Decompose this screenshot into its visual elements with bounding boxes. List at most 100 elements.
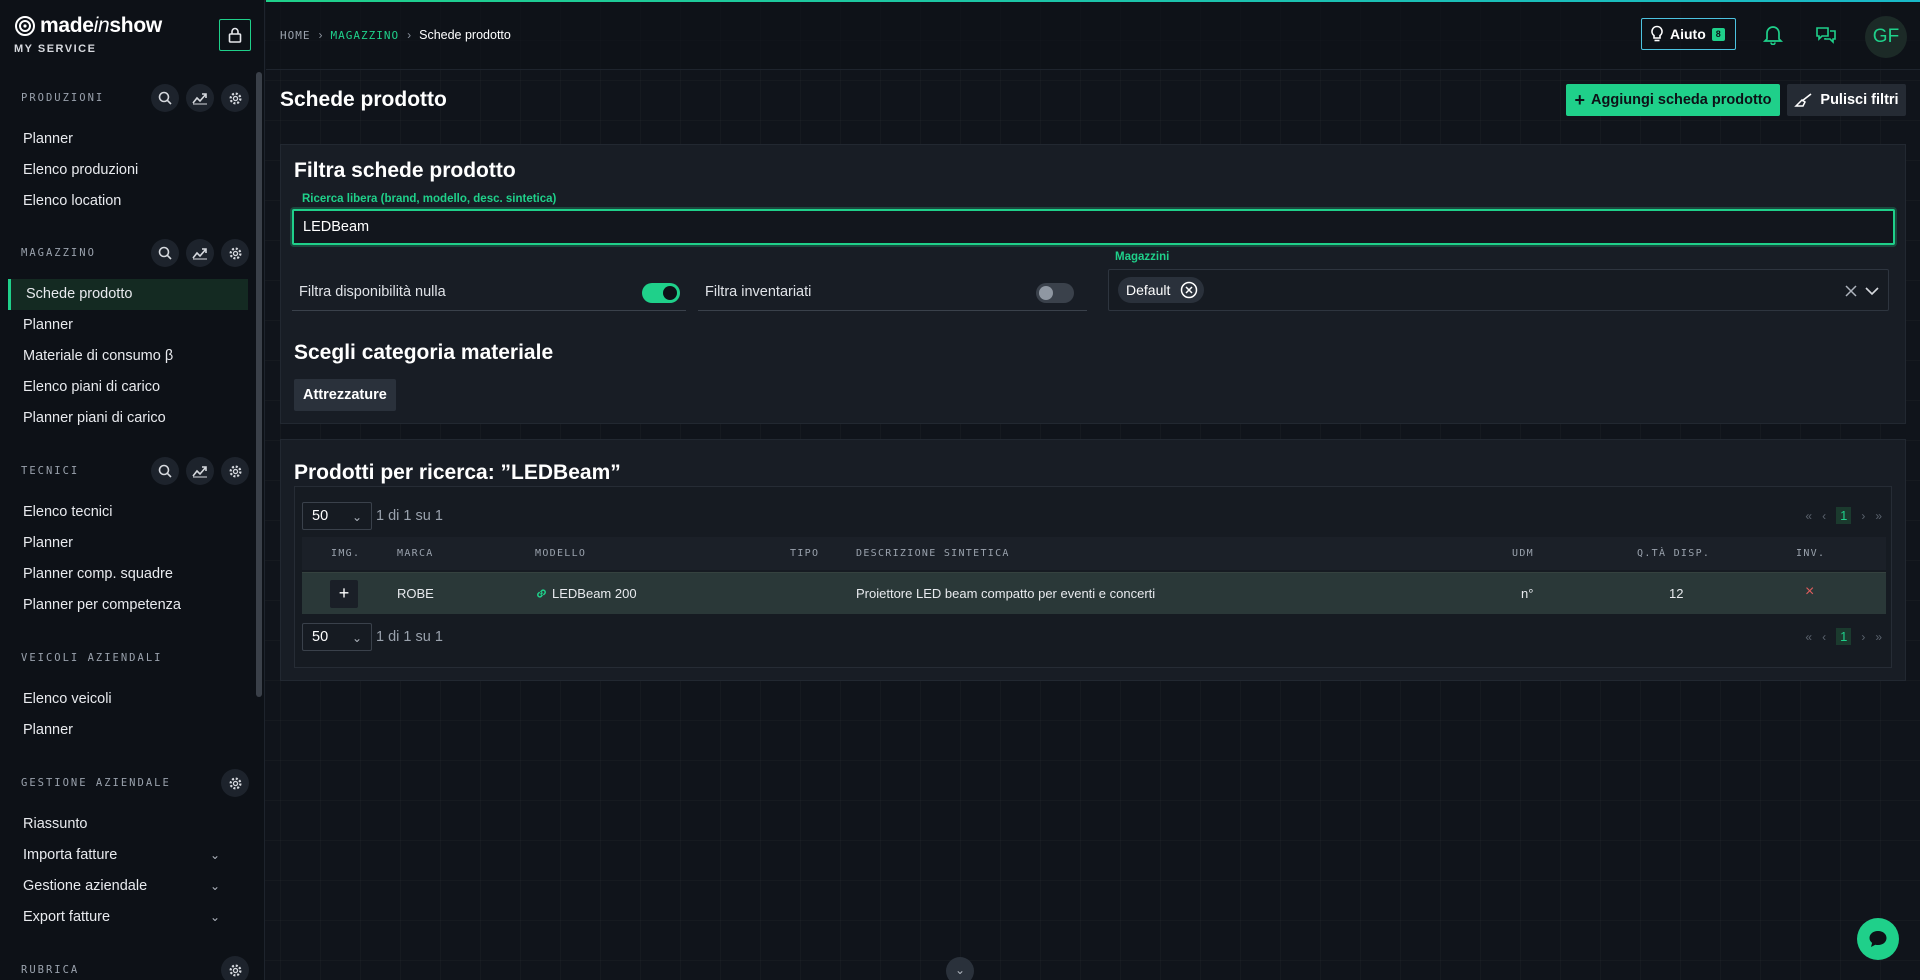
sidebar-item-elenco-veicoli[interactable]: Elenco veicoli <box>0 684 256 715</box>
chevron-right-icon: › <box>318 28 323 42</box>
section-magazzino: MAGAZZINO Schede prodotto Planner Materi… <box>0 237 256 434</box>
clear-icon[interactable] <box>1845 285 1857 297</box>
results-table: 50 ⌄ 1 di 1 su 1 « ‹ 1 › » IMG. MARCA MOD… <box>294 486 1892 668</box>
pager-bottom: 50 ⌄ 1 di 1 su 1 « ‹ 1 › » <box>295 623 1893 651</box>
remove-chip-icon[interactable] <box>1180 281 1198 299</box>
last-page-icon[interactable]: » <box>1875 630 1882 644</box>
section-title: RUBRICA <box>21 964 80 976</box>
chart-icon[interactable] <box>186 457 214 485</box>
cell-qty: 12 <box>1669 586 1684 601</box>
inventoried-toggle[interactable] <box>1036 283 1074 303</box>
sidebar-item-materiale-consumo[interactable]: Materiale di consumo β <box>0 341 256 372</box>
table-row[interactable]: + ROBE LEDBeam 200 Proiettore LED beam c… <box>302 572 1886 614</box>
chat-bubble-icon <box>1869 931 1887 947</box>
bell-icon[interactable] <box>1762 23 1784 45</box>
search-icon[interactable] <box>151 239 179 267</box>
pagination: « ‹ 1 › » <box>1805 628 1882 645</box>
gear-icon[interactable] <box>221 956 249 980</box>
add-product-sheet-button[interactable]: + Aggiungi scheda prodotto <box>1566 84 1780 116</box>
section-tecnici: TECNICI Elenco tecnici Planner Planner c… <box>0 455 256 621</box>
gear-icon[interactable] <box>221 84 249 112</box>
sidebar-item-planner-piani-carico[interactable]: Planner piani di carico <box>0 403 256 434</box>
th-tipo: TIPO <box>790 548 820 559</box>
sidebar-item-planner[interactable]: Planner <box>0 715 256 746</box>
chart-icon[interactable] <box>186 84 214 112</box>
chevron-down-icon: ⌄ <box>351 631 362 645</box>
prev-page-icon[interactable]: ‹ <box>1822 630 1826 644</box>
sidebar-item-planner[interactable]: Planner <box>0 124 256 155</box>
page-number[interactable]: 1 <box>1836 507 1852 524</box>
category-attrezzature-button[interactable]: Attrezzature <box>294 379 396 411</box>
brand-name: madeinshow <box>40 14 162 37</box>
sidebar-item-gestione-aziendale[interactable]: Gestione aziendale ⌄ <box>0 871 256 902</box>
lock-button[interactable] <box>219 19 251 51</box>
warehouses-select[interactable]: Default <box>1108 269 1889 311</box>
clear-filters-button[interactable]: Pulisci filtri <box>1787 84 1906 116</box>
per-page-select[interactable]: 50 ⌄ <box>302 623 372 651</box>
zero-availability-filter: Filtra disponibilità nulla <box>292 273 686 311</box>
chart-icon[interactable] <box>186 239 214 267</box>
th-descrizione: DESCRIZIONE SINTETICA <box>856 548 1010 559</box>
add-image-button[interactable]: + <box>330 580 358 608</box>
link-icon <box>537 589 546 598</box>
gear-icon[interactable] <box>221 769 249 797</box>
broom-icon <box>1794 93 1812 107</box>
sidebar-item-elenco-produzioni[interactable]: Elenco produzioni <box>0 155 256 186</box>
sidebar-item-planner[interactable]: Planner <box>0 528 256 559</box>
inventoried-filter: Filtra inventariati <box>698 273 1087 311</box>
toggle-label: Filtra disponibilità nulla <box>299 284 446 300</box>
help-button[interactable]: Aiuto 8 <box>1641 18 1736 50</box>
sidebar-item-planner-competenza[interactable]: Planner per competenza <box>0 590 256 621</box>
breadcrumb-home[interactable]: HOME <box>280 29 311 42</box>
filter-title: Filtra schede prodotto <box>294 159 516 182</box>
next-page-icon[interactable]: › <box>1861 509 1865 523</box>
sidebar-item-elenco-tecnici[interactable]: Elenco tecnici <box>0 497 256 528</box>
per-page-value: 50 <box>312 629 329 645</box>
zero-availability-toggle[interactable] <box>642 283 680 303</box>
section-title: PRODUZIONI <box>21 92 105 104</box>
th-qta-disp: Q.TÀ DISP. <box>1637 548 1711 559</box>
chevron-down-icon: ⌄ <box>209 879 220 893</box>
chevron-down-icon[interactable] <box>1865 286 1879 296</box>
search-input[interactable] <box>294 211 1893 243</box>
chat-fab-button[interactable] <box>1857 918 1899 960</box>
sidebar-item-elenco-piani-carico[interactable]: Elenco piani di carico <box>0 372 256 403</box>
breadcrumb: HOME › MAGAZZINO › Schede prodotto <box>280 28 511 42</box>
section-title: TECNICI <box>21 465 80 477</box>
sidebar-item-export-fatture[interactable]: Export fatture ⌄ <box>0 902 256 933</box>
avatar[interactable]: GF <box>1865 16 1907 58</box>
sidebar-item-schede-prodotto[interactable]: Schede prodotto <box>8 279 248 310</box>
page-number[interactable]: 1 <box>1836 628 1852 645</box>
sidebar-item-elenco-location[interactable]: Elenco location <box>0 186 256 217</box>
first-page-icon[interactable]: « <box>1805 509 1812 523</box>
cell-model[interactable]: LEDBeam 200 <box>535 586 637 601</box>
sidebar-item-riassunto[interactable]: Riassunto <box>0 809 256 840</box>
last-page-icon[interactable]: » <box>1875 509 1882 523</box>
lock-icon <box>228 27 242 43</box>
prev-page-icon[interactable]: ‹ <box>1822 509 1826 523</box>
toggle-knob <box>663 286 677 300</box>
next-page-icon[interactable]: › <box>1861 630 1865 644</box>
sidebar-item-planner[interactable]: Planner <box>0 310 256 341</box>
breadcrumb-current: Schede prodotto <box>419 28 511 42</box>
section-produzioni: PRODUZIONI Planner Elenco produzioni Ele… <box>0 82 256 217</box>
section-title: MAGAZZINO <box>21 247 96 259</box>
scroll-down-button[interactable]: ⌄ <box>946 957 974 980</box>
search-label: Ricerca libera (brand, modello, desc. si… <box>302 193 557 205</box>
sidebar-item-planner-comp-squadre[interactable]: Planner comp. squadre <box>0 559 256 590</box>
brand-logo[interactable]: madeinshow MY SERVICE <box>14 14 162 55</box>
search-icon[interactable] <box>151 84 179 112</box>
chevron-right-icon: › <box>407 28 412 42</box>
search-icon[interactable] <box>151 457 179 485</box>
first-page-icon[interactable]: « <box>1805 630 1812 644</box>
gear-icon[interactable] <box>221 239 249 267</box>
th-marca: MARCA <box>397 548 434 559</box>
sidebar-item-label: Importa fatture <box>23 847 118 863</box>
sidebar-item-importa-fatture[interactable]: Importa fatture ⌄ <box>0 840 256 871</box>
breadcrumb-magazzino[interactable]: MAGAZZINO <box>331 29 400 42</box>
per-page-select[interactable]: 50 ⌄ <box>302 502 372 530</box>
search-field[interactable] <box>292 209 1895 245</box>
gear-icon[interactable] <box>221 457 249 485</box>
chat-icon[interactable] <box>1815 23 1837 45</box>
sidebar-scrollbar[interactable] <box>256 72 262 697</box>
